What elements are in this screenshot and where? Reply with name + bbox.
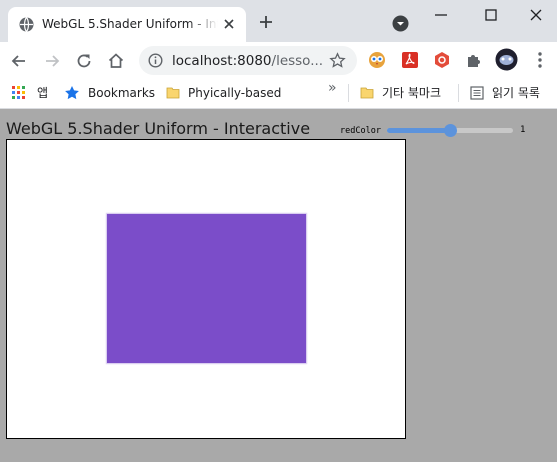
reading-list-icon: [470, 86, 484, 100]
star-icon: [65, 86, 79, 100]
url-text[interactable]: localhost:8080/lesso...: [172, 52, 323, 70]
page-title: WebGL 5.Shader Uniform - Interactive: [6, 119, 311, 138]
red-color-slider[interactable]: [387, 124, 513, 137]
toolbar: localhost:8080/lesso...: [0, 42, 557, 78]
globe-icon: [19, 17, 34, 32]
url-host: localhost:8080: [172, 53, 272, 69]
bookmark-label: 읽기 목록: [492, 86, 540, 100]
apps-grid-icon: [12, 86, 25, 99]
tab-title-fade: [188, 13, 218, 35]
bookmarks-divider: [348, 84, 349, 102]
apps-shortcut[interactable]: 앱: [10, 82, 50, 104]
address-bar[interactable]: localhost:8080/lesso...: [139, 46, 357, 75]
reading-list[interactable]: 읽기 목록: [468, 82, 554, 104]
bookmark-phyically-based[interactable]: Phyically-based: [164, 82, 284, 104]
hexagon-extension-icon[interactable]: [432, 50, 452, 70]
bookmarks-divider: [458, 84, 459, 102]
forward-icon[interactable]: [42, 51, 62, 71]
reload-icon[interactable]: [74, 51, 94, 71]
pdf-extension-icon[interactable]: [400, 50, 420, 70]
folder-icon: [166, 87, 180, 99]
tab-strip: WebGL 5.Shader Uniform - Interactive: [0, 0, 557, 42]
bookmark-label: Bookmarks: [88, 86, 156, 100]
bookmark-bookmarks[interactable]: Bookmarks: [62, 82, 156, 104]
site-info-icon[interactable]: [148, 53, 163, 68]
url-path: /lesso...: [271, 53, 324, 69]
bookmark-other[interactable]: 기타 북마크: [358, 82, 450, 104]
bookmark-star-icon[interactable]: [329, 52, 346, 69]
new-tab-icon[interactable]: [257, 13, 275, 31]
bookmarks-bar: 앱 Bookmarks Phyically-based » 기타 북마크 읽기 …: [0, 78, 557, 109]
rendered-rectangle: [107, 214, 306, 363]
maximize-icon[interactable]: [480, 6, 502, 24]
minimize-icon[interactable]: [430, 6, 452, 24]
menu-kebab-icon[interactable]: [530, 50, 550, 70]
bookmark-label: Phyically-based: [188, 86, 282, 100]
apps-label: 앱: [37, 86, 49, 100]
slider-thumb[interactable]: [444, 124, 457, 137]
browser-tab[interactable]: WebGL 5.Shader Uniform - Interactive: [8, 7, 246, 42]
folder-icon: [360, 87, 374, 99]
webgl-canvas[interactable]: [6, 139, 406, 439]
extensions-puzzle-icon[interactable]: [464, 50, 484, 70]
bookmarks-overflow-chevron[interactable]: »: [328, 81, 337, 95]
close-window-icon[interactable]: [525, 6, 547, 24]
close-tab-icon[interactable]: [222, 17, 236, 31]
back-icon[interactable]: [9, 51, 29, 71]
profile-avatar[interactable]: [495, 48, 518, 71]
slider-value: 1: [520, 125, 526, 135]
bookmark-label: 기타 북마크: [382, 86, 442, 100]
home-icon[interactable]: [106, 51, 126, 71]
tab-search-icon[interactable]: [392, 15, 409, 32]
slider-label: redColor: [340, 126, 381, 136]
slider-fill: [387, 128, 450, 133]
owl-extension-icon[interactable]: [367, 50, 387, 70]
